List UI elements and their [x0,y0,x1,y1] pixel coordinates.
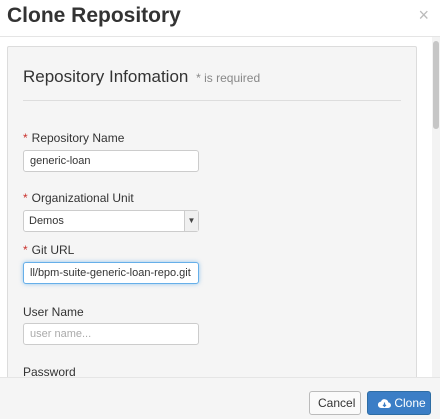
modal-header: Clone Repository × [0,0,440,36]
cloud-download-icon [378,399,392,409]
user-name-input[interactable] [23,323,199,345]
required-star: * [23,131,28,145]
required-star: * [23,191,28,205]
user-name-label: User Name [23,305,84,319]
git-url-label: * Git URL [23,243,75,257]
dropdown-arrow-icon[interactable]: ▼ [184,211,198,231]
legend-divider [23,100,401,101]
modal-body[interactable]: Repository Infomation * is required * Rep… [0,37,440,377]
clone-button[interactable]: Clone [367,391,431,415]
repository-name-label: * Repository Name [23,131,125,145]
modal-title: Clone Repository [7,4,181,27]
form-panel: Repository Infomation * is required * Rep… [7,46,417,377]
clone-button-label: Clone [394,396,426,410]
organizational-unit-select[interactable]: Demos ▼ [23,210,199,232]
cancel-button[interactable]: Cancel [309,391,361,415]
required-note: * is required [196,71,261,85]
required-star: * [23,243,28,257]
modal-footer: Cancel Clone [0,378,440,419]
scrollbar[interactable] [432,37,440,377]
organizational-unit-value: Demos [29,215,64,227]
close-icon[interactable]: × [418,6,429,24]
git-url-input[interactable] [23,262,199,284]
password-label: Password [23,365,76,377]
form-legend: Repository Infomation * is required [23,67,260,87]
organizational-unit-label: * Organizational Unit [23,191,134,205]
repository-name-input[interactable] [23,150,199,172]
scrollbar-thumb[interactable] [433,41,439,129]
legend-title: Repository Infomation [23,67,189,86]
